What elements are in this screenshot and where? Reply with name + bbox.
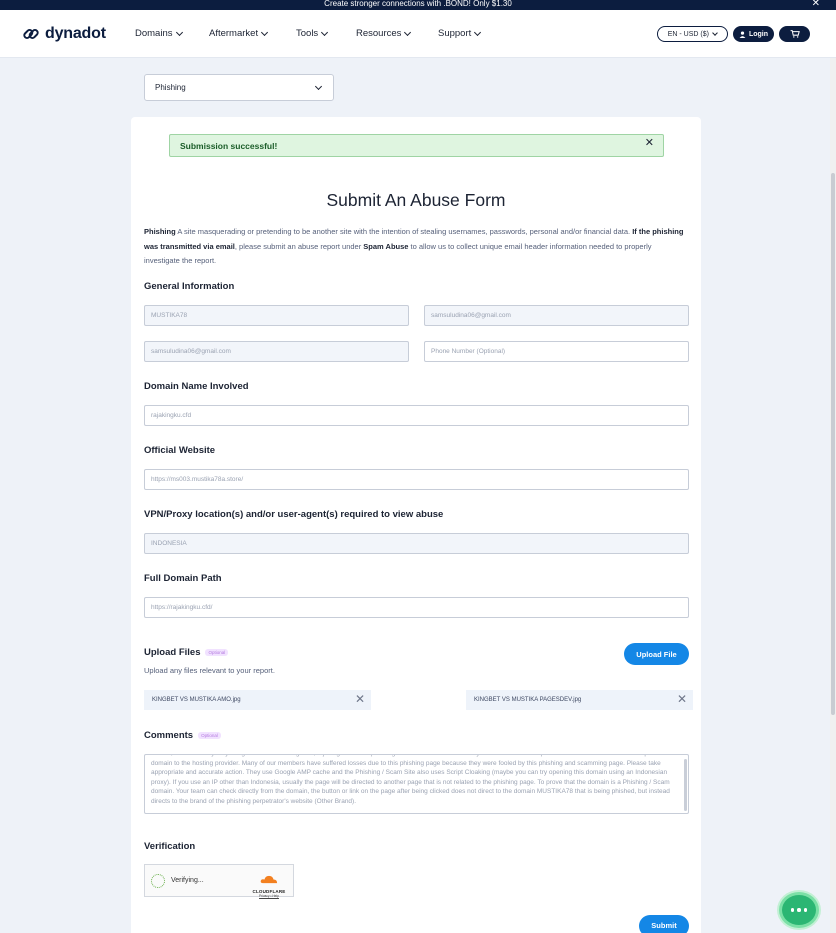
menu-support-label: Support — [438, 28, 472, 39]
official-website-field[interactable]: https://ms003.mustika78a.store/ — [144, 469, 689, 490]
general-info-heading: General Information — [144, 281, 235, 292]
nav-actions: EN - USD ($) Login — [656, 26, 810, 42]
dynadot-logo[interactable]: dynadot — [22, 25, 135, 43]
name-field[interactable]: MUSTIKA78 — [144, 305, 409, 326]
optional-badge: Optional — [198, 732, 221, 739]
menu-support[interactable]: Support — [438, 28, 482, 39]
alert-text: Submission successful! — [180, 140, 278, 151]
verification-heading: Verification — [144, 841, 196, 852]
chevron-down-icon — [175, 28, 183, 36]
menu-domains[interactable]: Domains — [135, 28, 209, 39]
chevron-down-icon — [404, 28, 412, 36]
top-navigation: dynadot Domains Aftermarket Tools Resour… — [0, 10, 836, 58]
comments-heading: Comments Optional — [144, 730, 221, 741]
login-button[interactable]: Login — [732, 26, 774, 42]
logo-text: dynadot — [45, 24, 106, 42]
comments-textarea[interactable]: brands, were certainly very dangerous. O… — [144, 754, 689, 814]
chat-button[interactable] — [779, 892, 819, 928]
domain-path-heading: Full Domain Path — [144, 573, 222, 584]
desc-definition: A site masquerading or pretending to be … — [175, 227, 633, 236]
file-name: KINGBET VS MUSTIKA PAGESDEV.jpg — [474, 697, 582, 703]
cart-button[interactable] — [779, 26, 810, 42]
language-currency-label: EN - USD ($) — [667, 30, 709, 38]
login-label: Login — [748, 30, 768, 38]
file-name: KINGBET VS MUSTIKA AMO.jpg — [152, 697, 241, 703]
menu-aftermarket[interactable]: Aftermarket — [209, 28, 296, 39]
domain-heading: Domain Name Involved — [144, 381, 249, 392]
cloud-icon — [260, 875, 278, 884]
confirm-email-field[interactable]: samsuludina06@gmail.com — [144, 341, 409, 362]
upload-file-button[interactable]: Upload File — [624, 643, 689, 665]
comments-text: brands, were certainly very dangerous. O… — [151, 755, 670, 805]
upload-heading-label: Upload Files — [144, 647, 201, 658]
vpn-heading: VPN/Proxy location(s) and/or user-agent(… — [144, 509, 444, 520]
captcha-status: Verifying... — [171, 877, 204, 884]
logo-link-icon — [23, 28, 39, 39]
uploaded-file-chip: KINGBET VS MUSTIKA PAGESDEV.jpg ✕ — [466, 690, 693, 710]
chat-dots-icon — [797, 908, 801, 912]
form-title: Submit An Abuse Form — [326, 190, 506, 210]
remove-file-icon[interactable]: ✕ — [677, 693, 687, 705]
abuse-type-select[interactable]: Phishing — [144, 74, 334, 101]
main-menu: Domains Aftermarket Tools Resources Supp… — [135, 28, 482, 39]
cart-icon — [790, 30, 800, 38]
official-website-heading: Official Website — [144, 445, 216, 456]
menu-tools[interactable]: Tools — [296, 28, 356, 39]
menu-resources[interactable]: Resources — [356, 28, 438, 39]
cloudflare-logo: CLOUDFLARE Privacy • Help — [250, 871, 288, 898]
domain-field[interactable]: rajakingku.cfd — [144, 405, 689, 426]
captcha-widget[interactable]: Verifying... CLOUDFLARE Privacy • Help — [144, 864, 294, 898]
domain-path-field[interactable]: https://rajakingku.cfd/ — [144, 597, 689, 618]
comments-scrollbar[interactable] — [684, 759, 687, 811]
upload-subtext: Upload any files relevant to your report… — [144, 666, 275, 675]
user-icon — [739, 30, 746, 38]
loading-spinner-icon — [151, 873, 165, 888]
spam-abuse-link[interactable]: Spam Abuse — [363, 242, 408, 251]
promo-banner: Create stronger connections with .BOND! … — [0, 0, 836, 10]
page-scrollbar-thumb[interactable] — [831, 173, 835, 715]
menu-resources-label: Resources — [356, 28, 402, 39]
desc-term: Phishing — [144, 227, 176, 236]
chat-dots-icon — [803, 908, 808, 912]
page-scrollbar[interactable] — [830, 58, 836, 933]
chevron-down-icon — [314, 82, 323, 90]
promo-close-icon[interactable]: ✕ — [812, 0, 820, 9]
chat-dots-icon — [790, 908, 795, 912]
form-description: Phishing A site masquerading or pretendi… — [144, 225, 689, 269]
chevron-down-icon — [474, 28, 482, 36]
privacy-help-links[interactable]: Privacy • Help — [250, 894, 288, 898]
promo-text: Create stronger connections with .BOND! … — [324, 0, 512, 8]
abuse-type-value: Phishing — [155, 83, 186, 92]
uploaded-file-chip: KINGBET VS MUSTIKA AMO.jpg ✕ — [144, 690, 371, 710]
menu-aftermarket-label: Aftermarket — [209, 28, 259, 39]
chevron-down-icon — [712, 29, 718, 36]
chevron-down-icon — [321, 28, 329, 36]
submit-button[interactable]: Submit — [639, 915, 689, 933]
menu-domains-label: Domains — [135, 28, 173, 39]
vpn-location-field[interactable]: INDONESIA — [144, 533, 689, 554]
optional-badge: Optional — [205, 649, 229, 656]
close-icon[interactable]: ✕ — [645, 136, 654, 149]
upload-heading: Upload Files Optional — [144, 647, 229, 658]
success-alert: Submission successful! ✕ — [169, 134, 664, 157]
phone-field[interactable]: Phone Number (Optional) — [424, 341, 689, 362]
desc-mid: , please submit an abuse report under — [234, 241, 364, 251]
comments-heading-label: Comments — [144, 730, 194, 741]
language-currency-button[interactable]: EN - USD ($) — [656, 26, 728, 42]
email-field[interactable]: samsuludina06@gmail.com — [424, 305, 689, 326]
menu-tools-label: Tools — [296, 28, 319, 39]
chevron-down-icon — [261, 28, 269, 36]
remove-file-icon[interactable]: ✕ — [355, 693, 365, 705]
